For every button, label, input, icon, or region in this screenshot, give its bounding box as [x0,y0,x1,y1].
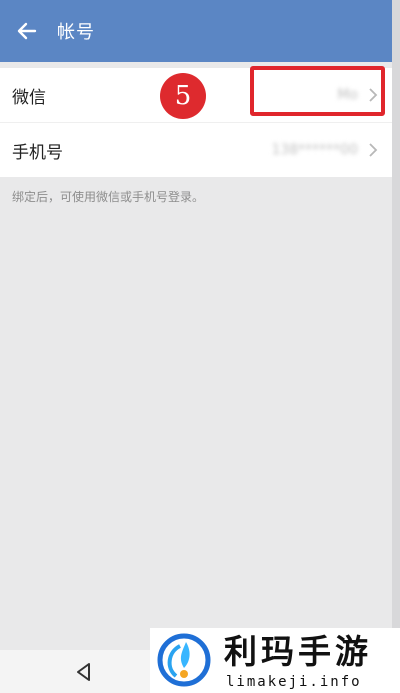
binding-hint: 绑定后，可使用微信或手机号登录。 [12,190,205,204]
scroll-edge [392,0,400,693]
page-title: 帐号 [57,22,95,43]
wechat-label: 微信 [12,87,46,108]
chevron-right-icon [369,143,378,157]
back-button[interactable] [5,9,49,53]
phone-row[interactable]: 手机号 138******00 [0,122,392,177]
watermark: 利玛手游 limakeji.info [150,628,400,693]
phone-label: 手机号 [12,142,63,163]
arrow-left-icon [17,22,37,40]
highlight-box [250,66,385,116]
brand-logo [157,633,211,687]
phone-value: 138******00 [271,142,358,158]
step-number-badge: 5 [160,73,206,119]
brand-name: 利玛手游 [224,632,372,671]
brand-url: limakeji.info [226,674,362,690]
app-bar: 帐号 [0,0,392,62]
triangle-back-icon[interactable] [70,658,98,686]
